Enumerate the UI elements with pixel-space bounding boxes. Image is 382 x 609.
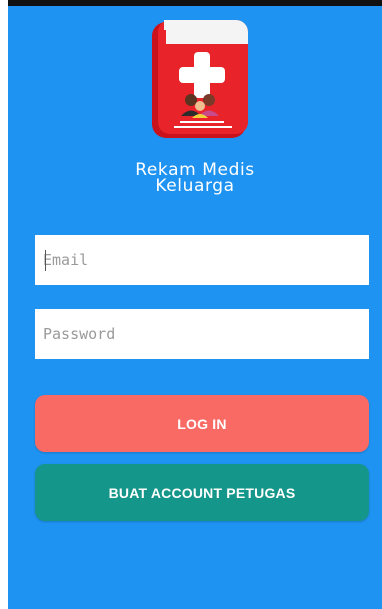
app-title: Rekam Medis Keluarga: [8, 162, 382, 196]
text-cursor: [45, 250, 46, 271]
password-input[interactable]: [35, 309, 369, 359]
medical-record-book-icon: [152, 20, 248, 138]
login-screen: Rekam Medis Keluarga LOG IN BUAT ACCOUNT…: [8, 0, 382, 609]
login-button[interactable]: LOG IN: [35, 395, 369, 452]
email-input[interactable]: [35, 235, 369, 285]
status-bar: [8, 0, 382, 6]
create-account-button[interactable]: BUAT ACCOUNT PETUGAS: [35, 464, 369, 521]
app-logo: [152, 20, 248, 138]
app-title-line-2: Keluarga: [155, 176, 235, 196]
